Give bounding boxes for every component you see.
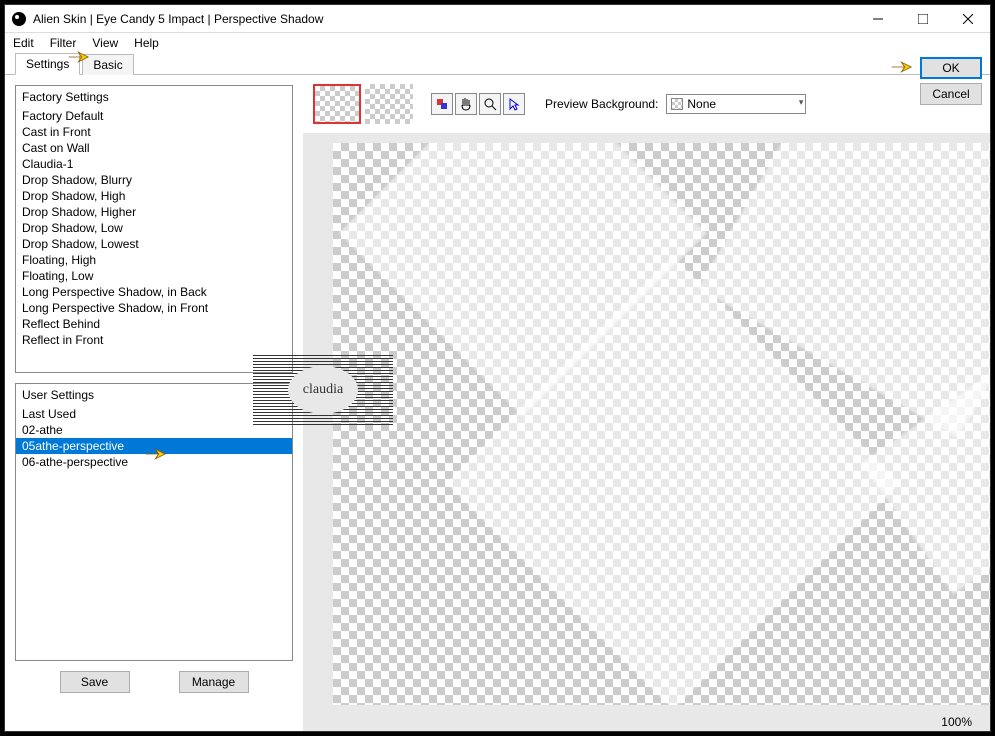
menu-filter[interactable]: Filter: [50, 36, 77, 50]
preview-panel: Preview Background: None ▾ OK Cancel: [303, 75, 990, 731]
preview-thumbnail[interactable]: [365, 84, 413, 124]
preview-background-value: None: [687, 97, 716, 111]
manage-button[interactable]: Manage: [179, 671, 249, 693]
factory-list-item[interactable]: Factory Default: [16, 108, 292, 124]
user-settings-list[interactable]: User Settings Last Used02-athe05athe-per…: [15, 383, 293, 661]
chevron-down-icon: ▾: [799, 97, 804, 108]
window-title: Alien Skin | Eye Candy 5 Impact | Perspe…: [33, 12, 855, 26]
user-settings-header: User Settings: [16, 384, 292, 406]
tool-pointer[interactable]: [503, 93, 525, 115]
menu-view[interactable]: View: [92, 36, 118, 50]
factory-list-item[interactable]: Drop Shadow, Low: [16, 220, 292, 236]
close-icon: [963, 14, 973, 24]
user-list-item[interactable]: Last Used: [16, 406, 292, 422]
content-area: Factory Settings Factory DefaultCast in …: [5, 75, 990, 731]
menu-edit[interactable]: Edit: [13, 36, 34, 50]
factory-list-item[interactable]: Floating, Low: [16, 268, 292, 284]
tool-hand[interactable]: [455, 93, 477, 115]
user-list-item[interactable]: 05athe-perspective: [16, 438, 292, 454]
ok-button[interactable]: OK: [920, 57, 982, 79]
factory-list-item[interactable]: Drop Shadow, Higher: [16, 204, 292, 220]
settings-button-row: Save Manage: [15, 671, 293, 693]
preview-toolbar: Preview Background: None ▾ OK Cancel: [303, 75, 990, 133]
preview-thumbnail-selected[interactable]: [313, 84, 361, 124]
cancel-button[interactable]: Cancel: [920, 83, 982, 105]
factory-list-item[interactable]: Reflect Behind: [16, 316, 292, 332]
user-list-item[interactable]: 06-athe-perspective: [16, 454, 292, 470]
menubar: Edit Filter View Help: [5, 33, 990, 53]
minimize-icon: [873, 14, 883, 24]
tool-buttons: [431, 93, 525, 115]
factory-list-item[interactable]: Cast in Front: [16, 124, 292, 140]
preview-canvas[interactable]: [333, 143, 990, 705]
zoom-icon: [483, 97, 497, 111]
window-controls: [855, 5, 990, 33]
transparency-swatch-icon: [671, 98, 683, 110]
factory-list-item[interactable]: Drop Shadow, High: [16, 188, 292, 204]
hand-icon: [459, 97, 473, 111]
titlebar: Alien Skin | Eye Candy 5 Impact | Perspe…: [5, 5, 990, 33]
app-window: Alien Skin | Eye Candy 5 Impact | Perspe…: [4, 4, 991, 732]
factory-list-item[interactable]: Long Perspective Shadow, in Back: [16, 284, 292, 300]
pointer-icon: [507, 97, 521, 111]
factory-list-item[interactable]: Floating, High: [16, 252, 292, 268]
factory-list-item[interactable]: Long Perspective Shadow, in Front: [16, 300, 292, 316]
minimize-button[interactable]: [855, 5, 900, 33]
factory-list-item[interactable]: Cast on Wall: [16, 140, 292, 156]
dialog-buttons: OK Cancel: [920, 57, 982, 105]
tool-zoom[interactable]: [479, 93, 501, 115]
app-icon: [11, 11, 27, 27]
tab-settings[interactable]: Settings: [15, 53, 80, 75]
factory-list-item[interactable]: Reflect in Front: [16, 332, 292, 348]
maximize-button[interactable]: [900, 5, 945, 33]
tab-basic[interactable]: Basic: [82, 54, 133, 75]
factory-list-item[interactable]: Claudia-1: [16, 156, 292, 172]
tool-swatch[interactable]: [431, 93, 453, 115]
close-button[interactable]: [945, 5, 990, 33]
menu-help[interactable]: Help: [134, 36, 159, 50]
factory-settings-header: Factory Settings: [16, 86, 292, 108]
factory-list-item[interactable]: Drop Shadow, Lowest: [16, 236, 292, 252]
zoom-level: 100%: [941, 715, 972, 729]
swatch-icon: [435, 97, 449, 111]
tabbar: Settings Basic: [5, 53, 990, 75]
preview-background-dropdown[interactable]: None ▾: [666, 94, 806, 114]
user-list-item[interactable]: 02-athe: [16, 422, 292, 438]
save-button[interactable]: Save: [60, 671, 130, 693]
maximize-icon: [918, 14, 928, 24]
factory-settings-list[interactable]: Factory Settings Factory DefaultCast in …: [15, 85, 293, 373]
left-panel: Factory Settings Factory DefaultCast in …: [5, 75, 303, 731]
factory-list-item[interactable]: Drop Shadow, Blurry: [16, 172, 292, 188]
preview-background-label: Preview Background:: [545, 97, 658, 111]
